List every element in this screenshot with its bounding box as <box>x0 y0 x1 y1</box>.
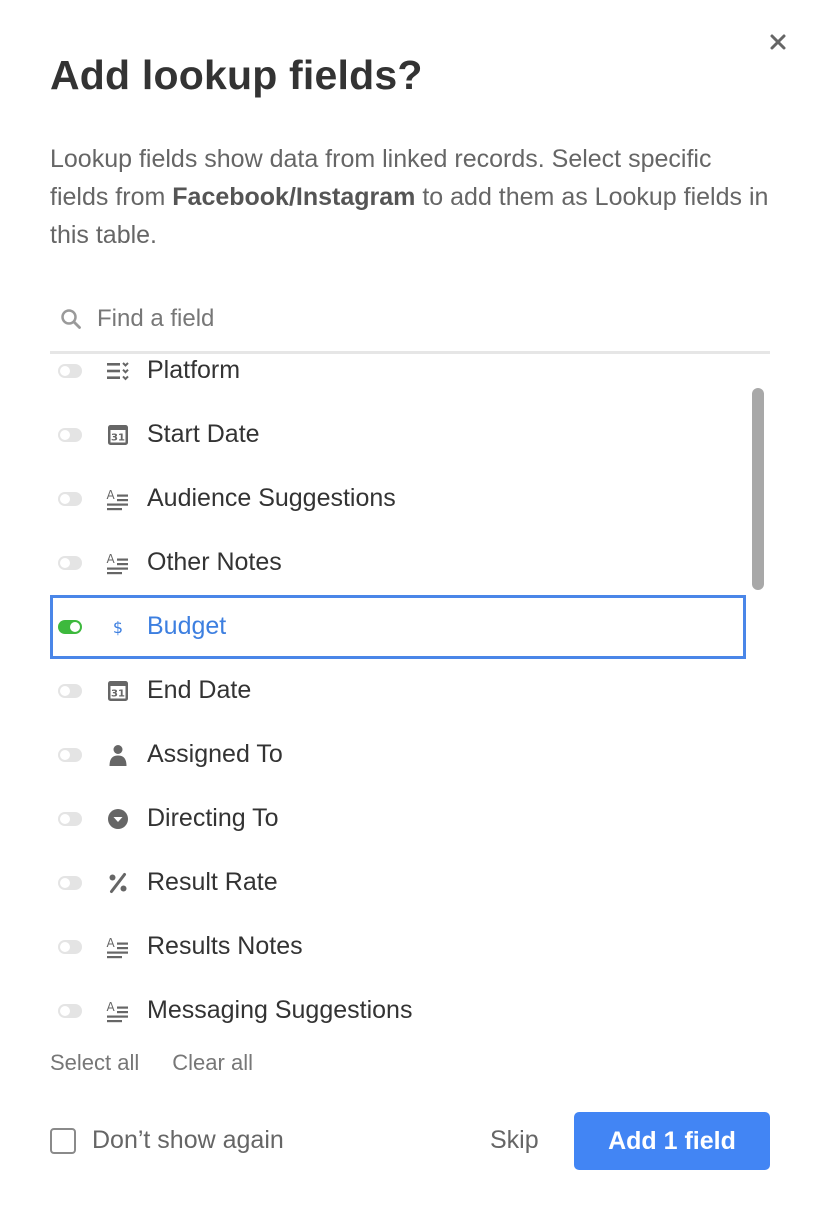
currency-icon: $ <box>105 614 131 640</box>
select-all-link[interactable]: Select all <box>50 1050 139 1076</box>
long-text-icon: A <box>105 934 131 960</box>
svg-text:A: A <box>107 552 116 566</box>
field-row[interactable]: A Audience Suggestions <box>50 467 746 531</box>
field-label: Audience Suggestions <box>147 484 396 512</box>
field-search <box>50 296 770 354</box>
toggle-knob <box>60 494 70 504</box>
calendar-day-label: 31 <box>111 689 125 700</box>
long-text-icon: A <box>105 998 131 1024</box>
toggle-knob <box>60 430 70 440</box>
svg-text:$: $ <box>113 618 123 637</box>
close-button[interactable] <box>766 30 790 54</box>
dialog-description: Lookup fields show data from linked reco… <box>50 140 770 254</box>
field-toggle[interactable] <box>58 1004 82 1018</box>
svg-text:A: A <box>107 488 116 502</box>
calendar-day-label: 31 <box>111 433 125 444</box>
field-toggle[interactable] <box>58 556 82 570</box>
toggle-knob <box>60 558 70 568</box>
field-row[interactable]: A Results Notes <box>50 915 746 979</box>
field-toggle[interactable] <box>58 492 82 506</box>
field-label: Start Date <box>147 420 260 448</box>
field-row[interactable]: 31 End Date <box>50 659 746 723</box>
toggle-knob <box>60 878 70 888</box>
linked-table-name: Facebook/Instagram <box>172 183 416 211</box>
toggle-knob <box>60 1006 70 1016</box>
field-toggle[interactable] <box>58 748 82 762</box>
dont-show-again-label[interactable]: Don’t show again <box>92 1126 284 1155</box>
field-label: Platform <box>147 356 241 384</box>
toggle-knob <box>60 942 70 952</box>
field-row[interactable]: $ Budget <box>50 595 746 659</box>
dont-show-again-checkbox[interactable] <box>50 1128 76 1154</box>
field-row[interactable]: Assigned To <box>50 723 746 787</box>
percent-icon <box>105 870 131 896</box>
field-row[interactable]: 31 Start Date <box>50 403 746 467</box>
field-toggle[interactable] <box>58 428 82 442</box>
dialog-title: Add lookup fields? <box>50 52 423 98</box>
calendar-icon: 31 <box>105 678 131 704</box>
toggle-knob <box>70 622 80 632</box>
long-text-icon: A <box>105 486 131 512</box>
multi-select-icon <box>105 358 131 384</box>
field-toggle[interactable] <box>58 620 82 634</box>
clear-all-link[interactable]: Clear all <box>172 1050 253 1076</box>
skip-button[interactable]: Skip <box>490 1126 539 1155</box>
field-toggle[interactable] <box>58 876 82 890</box>
toggle-knob <box>60 366 70 376</box>
search-input[interactable] <box>97 300 737 338</box>
field-row[interactable]: A Messaging Suggestions <box>50 979 746 1036</box>
field-toggle[interactable] <box>58 684 82 698</box>
field-label: Results Notes <box>147 932 303 960</box>
field-label: Result Rate <box>147 868 278 896</box>
user-icon <box>105 742 131 768</box>
field-label: Directing To <box>147 804 279 832</box>
field-row[interactable]: Directing To <box>50 787 746 851</box>
search-icon <box>61 309 81 329</box>
svg-text:A: A <box>107 936 116 950</box>
field-list[interactable]: Platform 31 Start Date A Audience Suggestion… <box>50 356 770 1036</box>
field-toggle[interactable] <box>58 364 82 378</box>
field-label: Assigned To <box>147 740 283 768</box>
toggle-knob <box>60 814 70 824</box>
field-toggle[interactable] <box>58 812 82 826</box>
field-label: Budget <box>147 612 227 640</box>
field-label: Other Notes <box>147 548 282 576</box>
toggle-knob <box>60 750 70 760</box>
field-label: End Date <box>147 676 252 704</box>
add-fields-button[interactable]: Add 1 field <box>574 1112 770 1170</box>
field-toggle[interactable] <box>58 940 82 954</box>
field-row[interactable]: Result Rate <box>50 851 746 915</box>
field-label: Messaging Suggestions <box>147 996 413 1024</box>
calendar-icon: 31 <box>105 422 131 448</box>
long-text-icon: A <box>105 550 131 576</box>
field-row[interactable]: Platform <box>50 356 746 403</box>
svg-text:A: A <box>107 1000 116 1014</box>
scrollbar[interactable] <box>752 388 764 590</box>
toggle-knob <box>60 686 70 696</box>
single-select-icon <box>105 806 131 832</box>
field-row[interactable]: A Other Notes <box>50 531 746 595</box>
close-icon <box>770 34 786 50</box>
bulk-actions: Select all Clear all <box>50 1050 253 1076</box>
